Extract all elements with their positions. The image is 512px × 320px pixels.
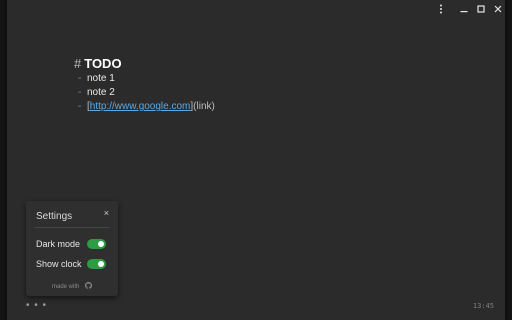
made-with-footer: made with (26, 282, 118, 291)
markdown-editor[interactable]: # TODO - note 1 - note 2 - [http://www.googl… (74, 56, 215, 114)
heading-marker: # (74, 56, 82, 71)
github-icon[interactable] (85, 282, 93, 291)
clock-display: 13:45 (472, 302, 494, 310)
list-item: - note 1 (78, 72, 215, 86)
show-clock-toggle[interactable] (87, 259, 106, 269)
menu-toggle-dots[interactable]: • • • (26, 300, 47, 311)
list-bullet: - (78, 101, 82, 112)
made-with-text: made with (51, 284, 80, 291)
dark-mode-label: Dark mode (36, 239, 81, 249)
dark-mode-row: Dark mode (36, 238, 106, 250)
dark-mode-toggle[interactable] (87, 239, 106, 249)
list-item: - note 2 (78, 86, 215, 100)
list-item-text: note 1 (87, 73, 115, 84)
link-suffix: (link) (193, 101, 215, 112)
list-bullet: - (78, 87, 82, 98)
toggle-knob (98, 261, 104, 267)
maximize-icon[interactable] (474, 3, 488, 15)
heading-line: # TODO (74, 56, 215, 72)
settings-close-icon[interactable]: × (104, 208, 109, 218)
minimize-icon[interactable] (457, 3, 471, 15)
title-bar (7, 0, 505, 18)
close-icon[interactable] (491, 3, 505, 15)
toggle-knob (98, 241, 104, 247)
settings-title: Settings (36, 211, 73, 222)
list-item-link: - [http://www.google.com](link) (78, 100, 215, 114)
list-bullet: - (78, 73, 82, 84)
heading-text: TODO (84, 56, 122, 71)
show-clock-row: Show clock (36, 258, 106, 270)
list-item-text: note 2 (87, 87, 115, 98)
menu-dots-icon[interactable] (434, 3, 448, 15)
app-window: # TODO - note 1 - note 2 - [http://www.googl… (7, 0, 505, 320)
link-url[interactable]: http://www.google.com (90, 101, 191, 112)
settings-panel: Settings × Dark mode Show clock made wit… (26, 201, 118, 296)
show-clock-label: Show clock (36, 259, 82, 269)
settings-divider (35, 227, 109, 228)
